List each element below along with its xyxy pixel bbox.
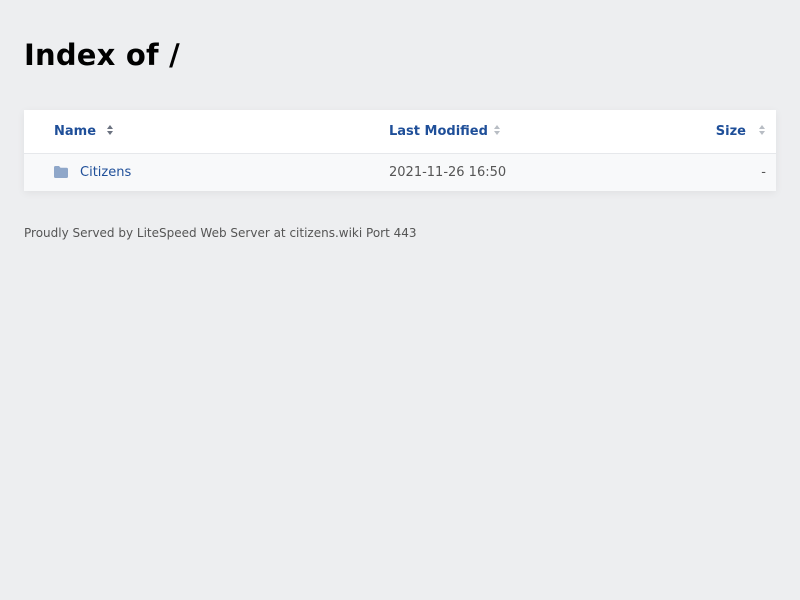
sort-icon[interactable]: [758, 124, 766, 136]
table-row[interactable]: Citizens 2021-11-26 16:50 -: [24, 154, 776, 191]
file-table: Name Last Modified Size Citizens 2021-11…: [24, 110, 776, 191]
sort-by-name-header[interactable]: Name: [54, 124, 96, 139]
sort-by-size-header[interactable]: Size: [716, 124, 746, 139]
last-modified-value: 2021-11-26 16:50: [389, 165, 507, 180]
directory-listing-page: Index of / Name Last Modified Size Citiz…: [0, 0, 800, 600]
sort-by-last-modified-header[interactable]: Last Modified: [389, 124, 488, 139]
table-header: Name Last Modified Size: [24, 110, 776, 154]
size-value: -: [761, 165, 766, 180]
sort-icon[interactable]: [106, 124, 114, 136]
folder-link[interactable]: Citizens: [80, 165, 131, 180]
server-footer: Proudly Served by LiteSpeed Web Server a…: [24, 226, 417, 240]
sort-icon[interactable]: [493, 124, 501, 136]
folder-icon: [54, 166, 68, 178]
page-title: Index of /: [24, 38, 180, 72]
